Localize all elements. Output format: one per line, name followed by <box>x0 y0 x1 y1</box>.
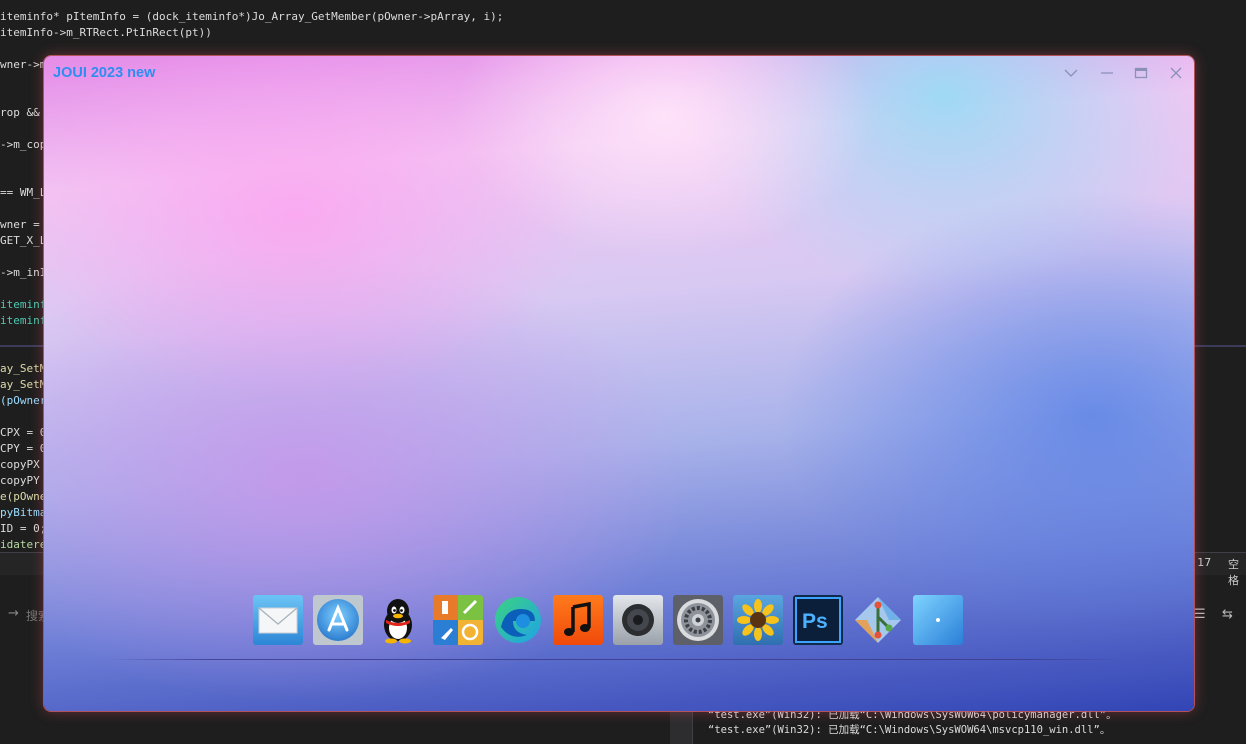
code-line: (pOwner <box>0 394 47 407</box>
dock-item-music[interactable] <box>553 595 603 645</box>
code-line: itemInfo->m_RTRect.PtInRect(pt)) <box>0 26 212 39</box>
system-settings-icon <box>673 595 723 645</box>
code-line: pyBitma <box>0 506 47 519</box>
speaker-icon <box>613 595 663 645</box>
minimize-icon <box>1101 72 1113 74</box>
dock-item-app-store[interactable] <box>313 595 363 645</box>
launcher-tiles-icon <box>433 595 483 645</box>
code-line: GET_X_L <box>0 234 47 247</box>
code-line: iteminfo* pItemInfo = (dock_iteminfo*)Jo… <box>0 10 504 23</box>
dock-item-qq[interactable] <box>373 595 423 645</box>
mail-app-icon <box>253 595 303 645</box>
app-store-icon <box>313 595 363 645</box>
dock-item-edge[interactable] <box>493 595 543 645</box>
code-line: wner = <box>0 218 40 231</box>
safari-compass-icon <box>913 595 963 645</box>
arrow-right-icon: → <box>8 606 19 621</box>
code-line: CPX = 0 <box>0 426 47 439</box>
window-title: JOUI 2023 new <box>53 65 156 81</box>
dock-item-mail[interactable] <box>253 595 303 645</box>
code-line: rop && <box>0 106 40 119</box>
dock-item-safari[interactable] <box>913 595 963 645</box>
dock-item-speaker[interactable] <box>613 595 663 645</box>
close-button[interactable] <box>1163 64 1189 82</box>
chevron-down-icon <box>1064 69 1078 77</box>
close-icon <box>1170 67 1182 79</box>
code-line: ay_SetM <box>0 362 47 375</box>
code-line: ->m_cop <box>0 138 47 151</box>
git-icon <box>855 597 901 643</box>
joui-window[interactable]: JOUI 2023 new Ps <box>44 56 1194 711</box>
code-line: ->m_inI <box>0 266 47 279</box>
dock-item-photoshop[interactable]: Ps <box>793 595 843 645</box>
list-icon[interactable]: ☰ <box>1194 607 1206 622</box>
photoshop-icon: Ps <box>793 595 843 645</box>
code-line: copyPY <box>0 474 40 487</box>
maximize-icon <box>1134 67 1148 79</box>
sunflower-photos-icon <box>733 595 783 645</box>
code-line: e(pOwne <box>0 490 47 503</box>
code-line: CPY = 0 <box>0 442 47 455</box>
dock-baseline <box>108 659 1128 660</box>
code-line: ID = 0; <box>0 522 47 535</box>
maximize-button[interactable] <box>1128 64 1154 82</box>
output-line: “test.exe”(Win32): 已加载“C:\Windows\SysWOW… <box>708 724 1111 736</box>
status-space: 空格 <box>1228 558 1239 587</box>
qq-penguin-icon <box>384 599 412 644</box>
edge-browser-icon <box>495 597 541 643</box>
music-icon <box>553 595 603 645</box>
code-line: == WM_L <box>0 186 47 199</box>
dropdown-button[interactable] <box>1058 64 1084 82</box>
svg-text:Ps: Ps <box>802 610 828 633</box>
minimize-button[interactable] <box>1094 64 1120 82</box>
code-line: copyPX <box>0 458 40 471</box>
code-line: wner->m <box>0 58 47 71</box>
dock-item-launcher[interactable] <box>433 595 483 645</box>
dock-item-photos[interactable] <box>733 595 783 645</box>
wrap-icon[interactable]: ⇆ <box>1222 607 1233 622</box>
code-line: ay_SetM <box>0 378 47 391</box>
dock-item-settings[interactable] <box>673 595 723 645</box>
code-line: idatere <box>0 538 47 551</box>
dock-item-git[interactable] <box>853 595 903 645</box>
